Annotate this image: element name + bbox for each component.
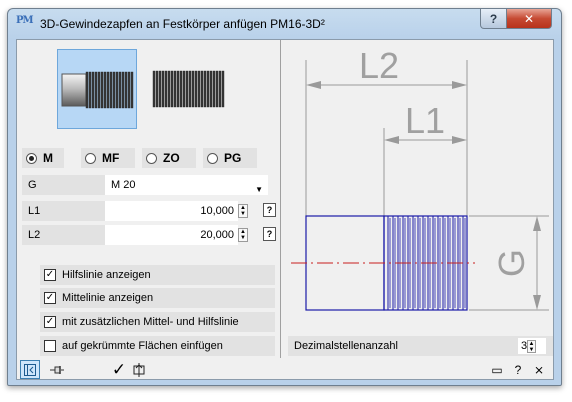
checkmark-icon: ✓ [111, 359, 127, 379]
full-thread-icon [152, 70, 225, 108]
window-title: 3D-Gewindezapfen an Festkörper anfügen P… [40, 17, 325, 31]
option-mittelinie-label: Mittelinie anzeigen [62, 292, 154, 304]
radio-mf-indicator[interactable] [85, 152, 96, 164]
radio-m-label: M [43, 151, 53, 165]
l2-dim-text: L2 [359, 45, 399, 86]
decimals-spinner[interactable]: ▲ ▼ [527, 340, 536, 353]
radio-zo-label: ZO [163, 151, 180, 165]
option-zusatzlinien-label: mit zusätzlichen Mittel- und Hilfslinie [62, 316, 239, 328]
prop-row-l2: L2 20,000 ▲ ▼ ? [22, 225, 276, 245]
thread-type-group: M MF ZO PG [22, 148, 267, 168]
pin-button[interactable] [47, 360, 67, 379]
l2-spinner[interactable]: ▲ ▼ [238, 228, 248, 242]
checkbox-mittelinie[interactable]: ✓ [44, 292, 56, 304]
decimals-row: Dezimalstellenanzahl 3 ▲ ▼ [288, 336, 553, 356]
option-mittelinie[interactable]: ✓ Mittelinie anzeigen [40, 288, 275, 308]
apply-button[interactable] [130, 360, 148, 379]
option-zusatzlinien[interactable]: ✓ mit zusätzlichen Mittel- und Hilfslini… [40, 312, 275, 332]
variant-thumbnails [17, 40, 275, 135]
l2-input[interactable]: 20,000 [105, 225, 238, 245]
l1-label: L1 [22, 201, 105, 221]
prop-row-l1: L1 10,000 ▲ ▼ ? [22, 201, 276, 221]
thread-preview-svg: L2 L1 G [291, 45, 549, 311]
g-dim-text: G [491, 249, 532, 277]
panel-collapse-icon [24, 363, 36, 376]
pin-icon [50, 365, 64, 374]
option-hilfslinie[interactable]: ✓ Hilfslinie anzeigen [40, 265, 275, 285]
bottom-toolbar: ✓ ▭ ? ⨯ [17, 358, 553, 380]
app-icon: PM [16, 15, 34, 26]
option-gekruemmt-label: auf gekrümmte Flächen einfügen [62, 340, 223, 352]
panel-divider [280, 40, 281, 358]
g-select[interactable]: M 20 ▼ [105, 175, 268, 195]
close-button[interactable]: ✕ [506, 9, 552, 29]
l1-arrow-left [384, 136, 399, 144]
radio-pg-indicator[interactable] [207, 152, 218, 164]
l2-label: L2 [22, 225, 105, 245]
apply-icon [133, 362, 145, 377]
ok-button[interactable]: ✓ [109, 360, 129, 379]
prop-row-g: G M 20 ▼ [22, 175, 275, 195]
checkbox-gekruemmt[interactable] [44, 340, 56, 352]
radio-mf-label: MF [102, 151, 120, 165]
radio-m[interactable]: M [22, 148, 64, 168]
option-gekruemmt[interactable]: auf gekrümmte Flächen einfügen [40, 336, 275, 356]
title-bar: PM 3D-Gewindezapfen an Festkörper anfüge… [8, 9, 561, 39]
close-small-button[interactable]: ⨯ [531, 360, 547, 379]
g-arrow-bottom [533, 295, 541, 310]
collapse-panel-button[interactable] [20, 360, 40, 379]
preview-drawing: L2 L1 G [287, 40, 553, 340]
dialog-window: PM 3D-Gewindezapfen an Festkörper anfüge… [7, 8, 562, 386]
l1-arrow-right [452, 136, 467, 144]
radio-m-indicator[interactable] [26, 152, 37, 164]
l2-arrow-right [452, 81, 467, 89]
radio-pg[interactable]: PG [203, 148, 257, 168]
thread-shoulder-icon [61, 71, 134, 109]
variant-thread-with-shoulder[interactable] [57, 49, 137, 129]
g-label: G [22, 175, 105, 195]
radio-pg-label: PG [224, 151, 242, 165]
chevron-down-icon[interactable]: ▼ [255, 180, 263, 200]
radio-mf[interactable]: MF [81, 148, 135, 168]
g-arrow-top [533, 216, 541, 231]
help-small-button[interactable]: ? [510, 360, 526, 379]
l1-dim-text: L1 [405, 100, 445, 141]
decimals-label: Dezimalstellenanzahl [294, 340, 398, 352]
l1-input[interactable]: 10,000 [105, 201, 238, 221]
checkbox-zusatzlinien[interactable]: ✓ [44, 316, 56, 328]
radio-zo-indicator[interactable] [146, 152, 157, 164]
dialog-client: M MF ZO PG G M 20 ▼ L1 10,000 ▲ ▼ ? L2 2… [16, 39, 554, 380]
help-button[interactable]: ? [480, 9, 507, 29]
option-hilfslinie-label: Hilfslinie anzeigen [62, 269, 151, 281]
l1-pick-button[interactable]: ? [263, 203, 276, 217]
radio-zo[interactable]: ZO [142, 148, 196, 168]
variant-full-thread[interactable] [147, 49, 227, 129]
settings-panel: M MF ZO PG G M 20 ▼ L1 10,000 ▲ ▼ ? L2 2… [17, 40, 276, 358]
l2-arrow-left [306, 81, 321, 89]
l1-spinner[interactable]: ▲ ▼ [238, 204, 248, 218]
g-select-value: M 20 [111, 179, 136, 191]
checkbox-hilfslinie[interactable]: ✓ [44, 269, 56, 281]
l2-pick-button[interactable]: ? [263, 227, 276, 241]
minimize-button[interactable]: ▭ [489, 360, 505, 379]
